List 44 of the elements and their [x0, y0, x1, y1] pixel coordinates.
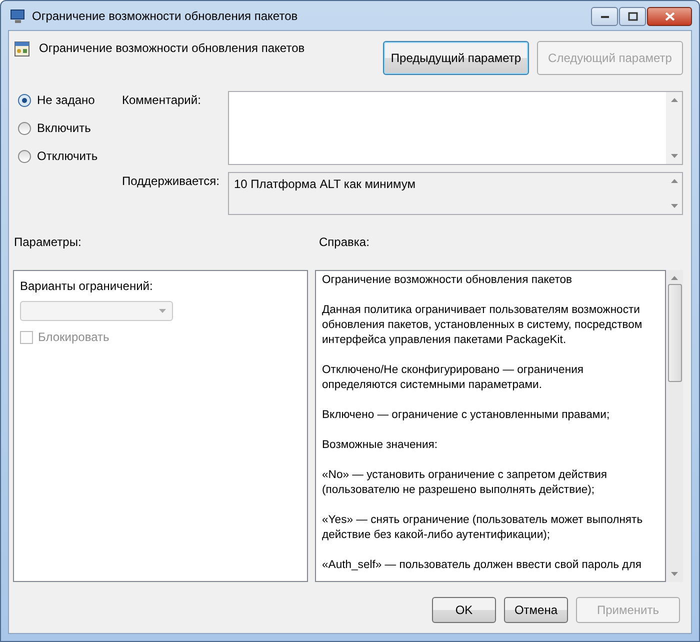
dialog-button[interactable]: OK [432, 597, 496, 623]
scrollbar[interactable] [666, 92, 682, 164]
radio-button[interactable] [18, 150, 31, 162]
scroll-down-icon [671, 572, 678, 576]
supported-field: 10 Платформа ALT как минимум [228, 172, 683, 215]
help-paragraph: Возможные значения: [322, 438, 439, 453]
radio-label[interactable]: Включить [37, 121, 91, 135]
close-icon [664, 12, 674, 21]
close-button[interactable] [647, 7, 692, 26]
comment-field[interactable] [228, 91, 683, 165]
maximize-icon [628, 12, 638, 21]
help-paragraph: Отключено/Не сконфигурировано — ограничения определяются системными параметрами. [322, 363, 585, 393]
dropdown-arrow-icon [159, 309, 166, 313]
help-paragraph: Данная политика ограничивает пользователям возможности обновления пакетов, установленных в систему, посредством интерфейса управления пакетами PackageKit. [322, 303, 644, 348]
maximize-button[interactable] [619, 7, 646, 26]
minimize-button[interactable] [591, 7, 618, 26]
radio-label[interactable]: Не задано [37, 93, 95, 107]
scroll-up-icon [670, 98, 678, 102]
help-paragraph: «Yes» — снять ограничение (пользователь может выполнять действие без какой-либо аутентификации); [322, 513, 644, 543]
radio-button[interactable] [18, 94, 31, 106]
scroll-up-icon [671, 276, 678, 280]
scrollbar[interactable] [666, 270, 683, 582]
options-label: Варианты ограничений: [20, 279, 153, 293]
help-paragraph: Ограничение возможности обновления пакетов [322, 273, 574, 288]
scroll-down-icon [670, 154, 678, 158]
nav-button[interactable]: Предыдущий параметр [383, 41, 529, 75]
policy-icon [14, 41, 30, 57]
comment-label: Комментарий: [122, 92, 202, 109]
scrollbar-thumb[interactable] [668, 284, 682, 382]
scroll-down-icon [670, 204, 678, 208]
scroll-up-icon [670, 179, 678, 183]
help-paragraph: «No» — установить ограничение с запретом действия (пользователю не разрешено выполнять действие); [322, 468, 608, 498]
window-title: Ограничение возможности обновления пакетов [32, 8, 299, 22]
options-label: Параметры: [13, 235, 82, 249]
minimize-icon [600, 14, 610, 18]
help-paragraph: «Auth_self» — пользователь должен ввести свой пароль для [322, 558, 642, 573]
policy-title: Ограничение возможности обновления пакетов [39, 41, 305, 55]
radio-label[interactable]: Отключить [37, 149, 98, 163]
help-label: Справка: [319, 235, 370, 249]
radio-button[interactable] [18, 122, 31, 134]
supported-label: Поддерживается: [122, 173, 220, 190]
help-paragraph: Включено — ограничение с установленными правами; [322, 408, 611, 423]
dialog-button[interactable]: Отмена [504, 597, 568, 623]
computer-icon [10, 8, 26, 24]
